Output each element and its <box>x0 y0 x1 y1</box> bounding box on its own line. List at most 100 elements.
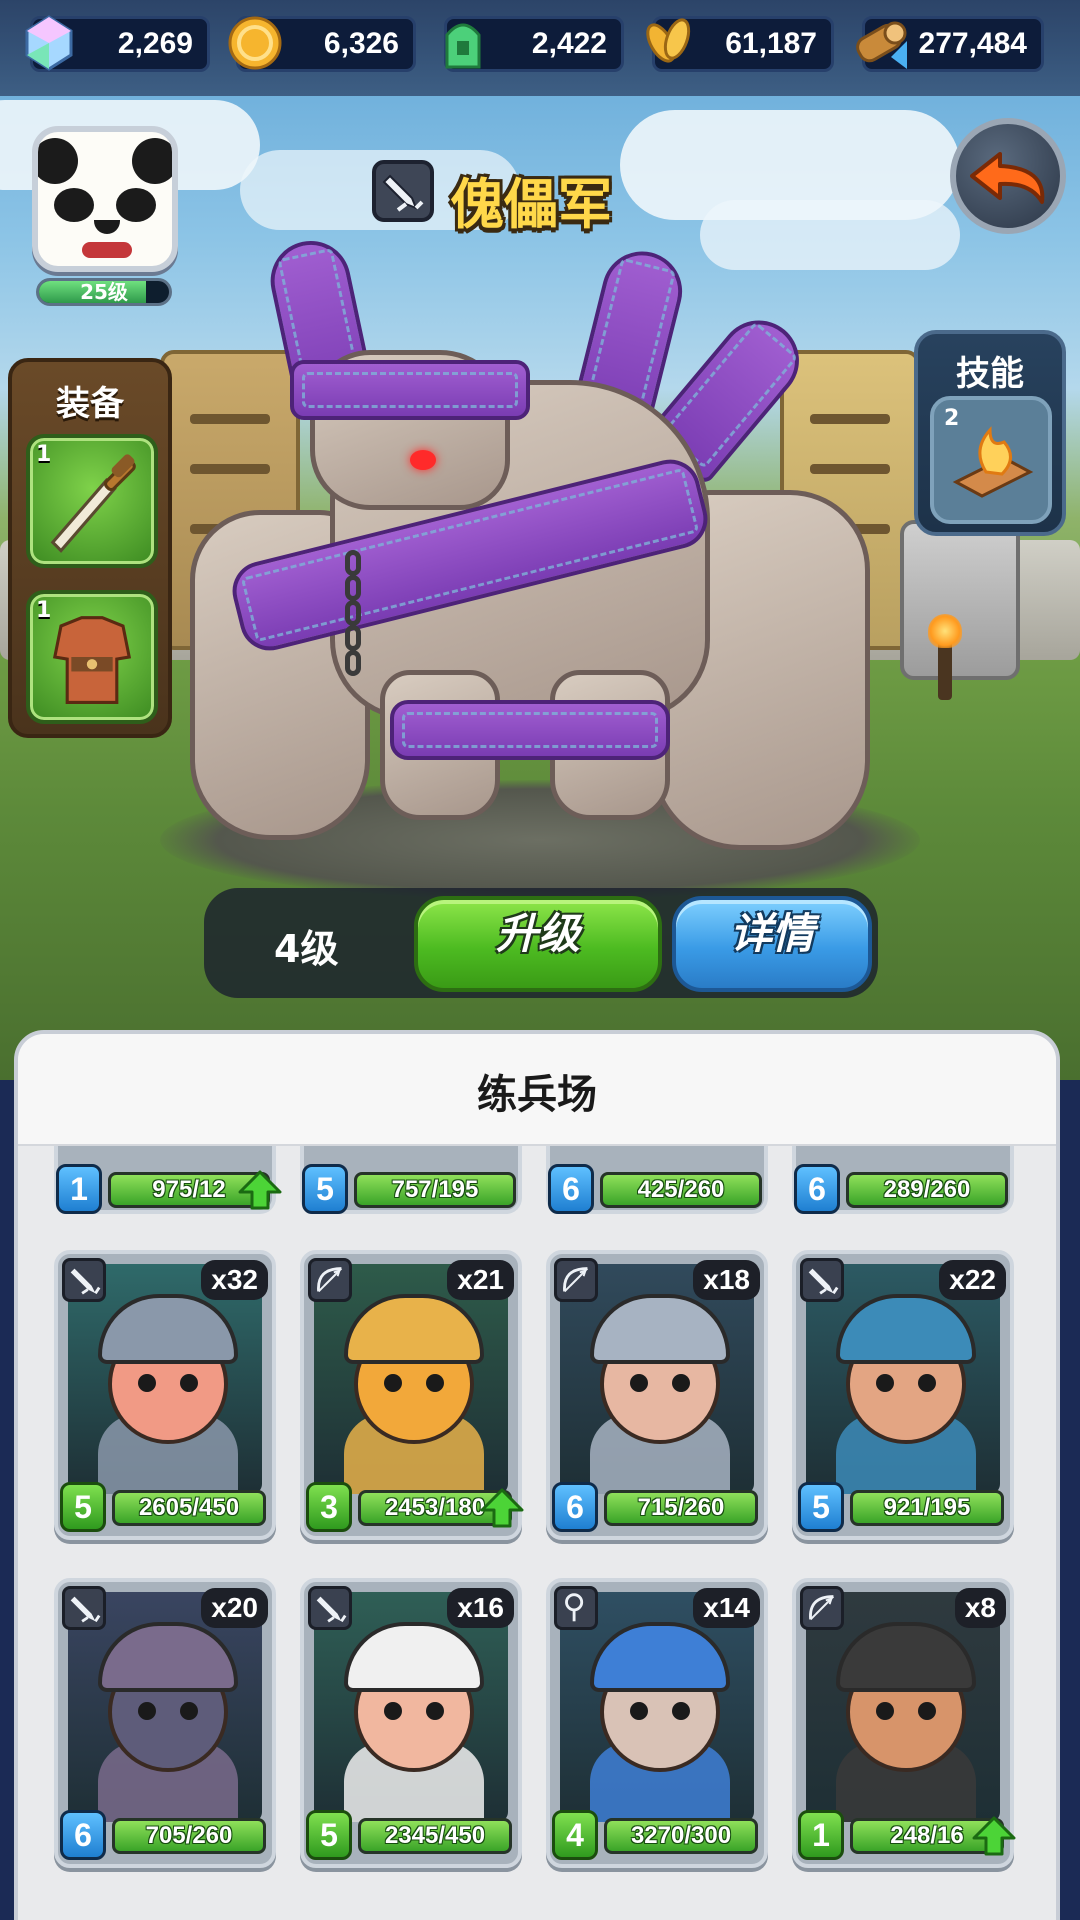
unit-level-badge: 4 <box>552 1810 598 1860</box>
progress-text: 289/260 <box>883 1176 971 1203</box>
player-level-label: 25级 <box>80 280 128 304</box>
wood-counter[interactable]: 277,484 <box>856 16 1044 72</box>
bow-icon <box>308 1258 352 1302</box>
unit-card-musketeer[interactable]: x18 6 715/260 <box>546 1250 768 1540</box>
progress-text: 705/260 <box>145 1822 233 1849</box>
sword-icon <box>800 1258 844 1302</box>
unit-count: x32 <box>201 1260 268 1300</box>
torch <box>928 614 962 700</box>
unit-card-guard[interactable]: x22 5 921/195 <box>792 1250 1014 1540</box>
unit-card-grid[interactable]: 1 975/12 5 757/195 6 425/260 6 289/260 x32 5 2605… <box>18 1146 1056 1920</box>
upgrade-button[interactable]: 升级 <box>414 896 662 992</box>
unit-shard-progress: 3270/300 <box>604 1818 758 1854</box>
unit-card-polar-bear-warrior[interactable]: x16 5 2345/450 <box>300 1578 522 1868</box>
sword-icon <box>62 1258 106 1302</box>
unit-count: x18 <box>693 1260 760 1300</box>
bow-icon <box>800 1586 844 1630</box>
equipment-title: 装备 <box>56 384 124 424</box>
gems-counter[interactable]: 2,269 <box>25 15 210 72</box>
progress-text: 425/260 <box>637 1176 725 1203</box>
unit-card-partial[interactable]: 5 757/195 <box>300 1146 522 1226</box>
tokens-counter[interactable]: 2,422 <box>444 16 624 72</box>
unit-card-crossbowman[interactable]: x8 1 248/16 <box>792 1578 1016 1868</box>
unit-shard-progress: 757/195 <box>354 1172 516 1208</box>
green-token-icon <box>445 23 481 69</box>
unit-card-bomber[interactable]: x14 4 3270/300 <box>546 1578 768 1868</box>
unit-action-bar: 4级 升级 详情 <box>204 888 878 998</box>
resource-bar: 2,269 6,326 2,422 61,187 277,484 <box>0 0 1080 96</box>
back-button[interactable] <box>950 118 1066 234</box>
skill-panel: 技能 2 <box>914 330 1066 536</box>
unit-level-badge: 5 <box>798 1482 844 1532</box>
unit-level-badge: 6 <box>60 1810 106 1860</box>
barracks-panel: 练兵场 1 975/12 5 757/195 6 425/260 6 289/260 x32 5… <box>14 1030 1060 1920</box>
grain-value: 61,187 <box>725 27 817 60</box>
detail-button-label: 详情 <box>729 909 814 958</box>
unit-level: 4级 <box>274 927 339 971</box>
unit-level-badge: 6 <box>794 1164 840 1214</box>
equipment-slot-armor[interactable]: 1 <box>26 590 158 724</box>
skill-slot[interactable]: 2 <box>930 396 1052 524</box>
player-level-bar: 25级 <box>36 278 172 306</box>
unit-level-badge: 1 <box>798 1810 844 1860</box>
progress-text: 3270/300 <box>630 1822 732 1849</box>
unit-card-shield-bearer[interactable]: x20 6 705/260 <box>54 1578 276 1868</box>
progress-text: 2345/450 <box>384 1822 486 1849</box>
unit-card-partial[interactable]: 6 425/260 <box>546 1146 768 1226</box>
unit-shard-progress: 715/260 <box>604 1490 758 1526</box>
golem-unit-model <box>170 230 930 890</box>
unit-count: x21 <box>447 1260 514 1300</box>
unit-level-badge: 1 <box>56 1164 102 1214</box>
back-arrow-icon <box>970 152 1045 204</box>
unit-count: x20 <box>201 1588 268 1628</box>
unit-card-partial[interactable]: 1 975/12 <box>54 1146 282 1226</box>
sword-icon <box>62 1586 106 1630</box>
unit-name: 傀儡军 <box>450 173 612 236</box>
unit-count: x8 <box>954 1588 1006 1628</box>
unit-card-eagle-archer[interactable]: x21 3 2453/180 <box>300 1250 524 1540</box>
skill-count: 2 <box>944 406 960 431</box>
wood-value: 277,484 <box>918 27 1027 60</box>
equipment-slot-weapon[interactable]: 1 <box>26 434 158 568</box>
skill-title: 技能 <box>956 354 1024 394</box>
grain-counter[interactable]: 61,187 <box>646 16 834 72</box>
unit-shard-progress: 2345/450 <box>358 1818 512 1854</box>
barracks-title: 练兵场 <box>477 1072 597 1118</box>
unit-card-knight[interactable]: x32 5 2605/450 <box>54 1250 276 1540</box>
progress-text: 2605/450 <box>138 1494 240 1521</box>
unit-shard-progress: 2605/450 <box>112 1490 266 1526</box>
upgrade-arrow-icon <box>972 1816 1016 1856</box>
detail-button[interactable]: 详情 <box>672 896 872 992</box>
equipment-panel: 装备 1 1 <box>8 358 172 738</box>
barracks-header: 练兵场 <box>18 1034 1056 1146</box>
unit-shard-progress: 921/195 <box>850 1490 1004 1526</box>
wheat-icon <box>646 18 691 63</box>
upgrade-arrow-icon <box>480 1488 524 1528</box>
sword-icon <box>372 160 434 222</box>
unit-shard-progress: 289/260 <box>846 1172 1008 1208</box>
unit-shard-progress: 705/260 <box>112 1818 266 1854</box>
sword-icon <box>308 1586 352 1630</box>
unit-shard-progress: 425/260 <box>600 1172 762 1208</box>
gold-value: 6,326 <box>323 27 399 60</box>
slot-count: 1 <box>36 598 52 623</box>
progress-text: 757/195 <box>391 1176 479 1203</box>
wood-log-icon <box>856 21 907 69</box>
unit-count: x14 <box>693 1588 760 1628</box>
magic-icon <box>554 1586 598 1630</box>
progress-text: 715/260 <box>637 1494 725 1521</box>
unit-level-badge: 6 <box>548 1164 594 1214</box>
tokens-value: 2,422 <box>531 27 607 60</box>
gold-coin-icon <box>228 16 282 70</box>
upgrade-button-label: 升级 <box>495 909 580 958</box>
gold-counter[interactable]: 6,326 <box>228 16 416 72</box>
player-avatar[interactable] <box>32 126 178 272</box>
unit-level-badge: 5 <box>306 1810 352 1860</box>
upgrade-arrow-icon <box>238 1170 282 1210</box>
unit-level-badge: 3 <box>306 1482 352 1532</box>
slot-count: 1 <box>36 442 52 467</box>
gems-value: 2,269 <box>117 27 193 60</box>
unit-card-partial[interactable]: 6 289/260 <box>792 1146 1014 1226</box>
progress-text: 921/195 <box>883 1494 971 1521</box>
unit-count: x16 <box>447 1588 514 1628</box>
